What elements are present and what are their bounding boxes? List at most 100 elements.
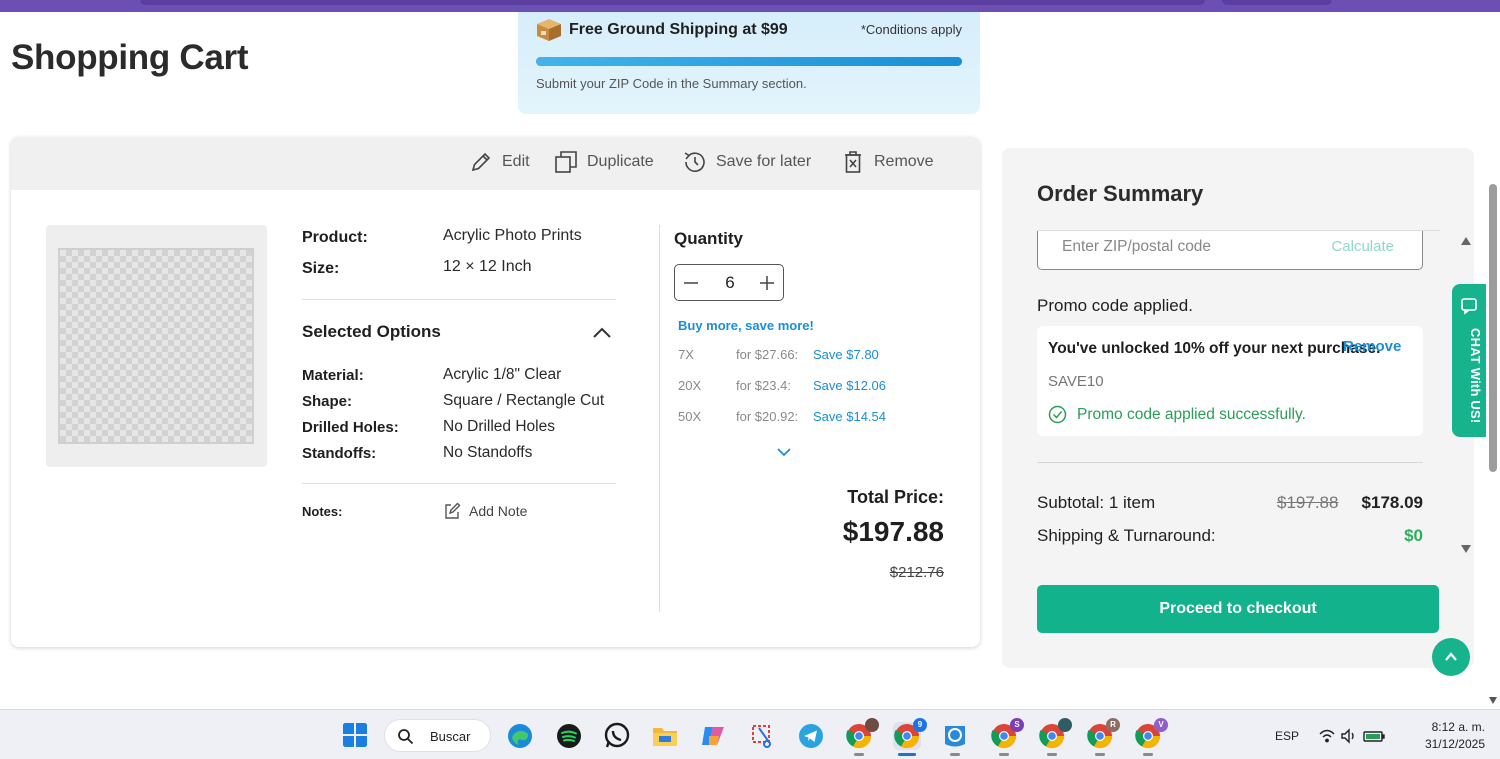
remove-label: Remove xyxy=(874,153,934,170)
running-indicator xyxy=(1095,753,1105,756)
tier-qty: 7X xyxy=(678,347,694,362)
snipping-tool-icon[interactable] xyxy=(749,722,777,750)
size-label: Size: xyxy=(302,260,340,277)
subtotal-value: $178.09 xyxy=(1361,493,1423,512)
profile-avatar xyxy=(865,718,879,732)
divider xyxy=(1037,462,1423,463)
clock-history-icon xyxy=(684,152,705,172)
product-thumbnail[interactable] xyxy=(58,248,254,444)
volume-icon xyxy=(1341,728,1354,744)
duplicate-icon xyxy=(555,151,577,173)
duplicate-button[interactable]: Duplicate xyxy=(553,149,654,175)
spotify-icon[interactable] xyxy=(555,722,583,750)
tier-qty: 50X xyxy=(678,409,702,424)
chat-with-us-tab[interactable]: CHAT With US! xyxy=(1452,284,1486,437)
option-value-material: Acrylic 1/8" Clear xyxy=(443,366,562,383)
conditions-apply: *Conditions apply xyxy=(860,22,962,37)
add-note-button[interactable]: Add Note xyxy=(443,502,527,520)
scrollbar-thumb[interactable] xyxy=(1489,184,1497,472)
notes-label: Notes: xyxy=(302,504,343,519)
quantity-value[interactable]: 6 xyxy=(715,273,745,293)
scroll-to-top-button[interactable] xyxy=(1432,638,1470,676)
scroll-up-arrow-icon[interactable] xyxy=(1460,236,1472,246)
promo-remove-link[interactable]: Remove xyxy=(1343,338,1401,355)
chrome-profile-2-icon[interactable] xyxy=(1038,718,1072,756)
chrome-r-icon[interactable]: R xyxy=(1086,718,1120,756)
zip-input[interactable] xyxy=(1062,238,1302,256)
window-scrollbar[interactable] xyxy=(1486,168,1500,708)
remove-button[interactable]: Remove xyxy=(840,149,934,175)
chrome-v-icon[interactable]: V xyxy=(1134,718,1168,756)
windows-start-icon[interactable] xyxy=(342,722,368,748)
package-icon xyxy=(537,19,561,41)
chrome-profile-icon[interactable] xyxy=(845,718,879,756)
original-price: $212.76 xyxy=(889,564,944,581)
clock-date: 31/12/2025 xyxy=(1424,737,1485,751)
copilot-icon[interactable] xyxy=(699,722,727,750)
edit-button[interactable]: Edit xyxy=(468,149,530,175)
shipping-value: $0 xyxy=(1404,526,1423,545)
promo-heading: Promo code applied. xyxy=(1037,296,1193,315)
address-bar[interactable] xyxy=(140,0,1205,5)
scroll-down-arrow-icon[interactable] xyxy=(1488,696,1498,705)
whatsapp-icon[interactable] xyxy=(603,722,631,750)
option-label-drilled-holes: Drilled Holes: xyxy=(302,419,399,436)
profile-badge: R xyxy=(1106,718,1120,732)
buy-more-link[interactable]: Buy more, save more! xyxy=(678,318,814,333)
trash-icon xyxy=(845,151,861,173)
shipping-progress-bar xyxy=(536,57,962,66)
minus-icon[interactable] xyxy=(681,273,701,293)
proceed-to-checkout-button[interactable]: Proceed to checkout xyxy=(1037,585,1439,633)
file-explorer-icon[interactable] xyxy=(651,722,679,750)
column-divider xyxy=(659,225,660,612)
chevron-down-icon[interactable] xyxy=(775,445,793,459)
option-label-material: Material: xyxy=(302,367,364,384)
taskbar-search[interactable]: Buscar xyxy=(384,719,491,752)
chrome-s-icon[interactable]: S xyxy=(990,718,1024,756)
running-indicator xyxy=(950,753,960,756)
promo-success: Promo code applied successfully. xyxy=(1048,405,1306,424)
selected-options-title: Selected Options xyxy=(302,322,441,341)
option-value-shape: Square / Rectangle Cut xyxy=(443,392,605,409)
tier-price: for $23.4: xyxy=(736,378,791,393)
product-thumbnail-frame xyxy=(46,225,267,467)
tier-save: Save $14.54 xyxy=(813,409,887,424)
browser-top-strip xyxy=(0,0,1500,12)
scroll-divider xyxy=(1037,230,1440,231)
divider xyxy=(302,299,616,300)
save-for-later-button[interactable]: Save for later xyxy=(682,149,811,175)
profile-badge: S xyxy=(1010,718,1024,732)
scroll-down-arrow-icon[interactable] xyxy=(1460,544,1472,554)
quantity-title: Quantity xyxy=(674,229,743,248)
chevron-up-icon[interactable] xyxy=(591,323,613,341)
free-shipping-banner: Free Ground Shipping at $99 *Conditions … xyxy=(518,12,980,114)
running-indicator xyxy=(1143,753,1153,756)
tier-qty: 20X xyxy=(678,378,702,393)
note-edit-icon xyxy=(445,502,461,519)
edge-icon[interactable] xyxy=(506,722,534,750)
calculate-button[interactable]: Calculate xyxy=(1331,238,1394,255)
shipping-banner-subtext: Submit your ZIP Code in the Summary sect… xyxy=(536,76,807,91)
telegram-icon[interactable] xyxy=(797,722,825,750)
subtotal-original: $197.88 xyxy=(1277,493,1339,512)
language-indicator[interactable]: ESP xyxy=(1275,729,1299,743)
plus-icon[interactable] xyxy=(757,273,777,293)
product-value: Acrylic Photo Prints xyxy=(443,227,582,244)
promo-message: You've unlocked 10% off your next purcha… xyxy=(1048,340,1381,357)
divider xyxy=(302,483,616,484)
running-indicator xyxy=(999,753,1009,756)
browser-toolbar-button[interactable] xyxy=(1222,0,1332,5)
edge-alt-icon[interactable] xyxy=(941,722,969,756)
windows-taskbar: Buscar 9 S R V ESP 8:12 a. m. 31/12/2025 xyxy=(0,709,1500,759)
tier-save: Save $7.80 xyxy=(813,347,879,362)
system-tray-icons[interactable] xyxy=(1318,727,1398,745)
promo-code: SAVE10 xyxy=(1048,373,1104,390)
promo-success-text: Promo code applied successfully. xyxy=(1077,405,1306,423)
option-value-standoffs: No Standoffs xyxy=(443,444,533,461)
order-summary-title: Order Summary xyxy=(1037,181,1204,206)
system-clock[interactable]: 8:12 a. m. 31/12/2025 xyxy=(1425,719,1485,753)
option-value-drilled-holes: No Drilled Holes xyxy=(443,418,555,435)
quantity-stepper[interactable]: 6 xyxy=(674,264,784,301)
clock-time: 8:12 a. m. xyxy=(1431,720,1485,734)
chrome-active-icon[interactable]: 9 xyxy=(893,718,927,756)
